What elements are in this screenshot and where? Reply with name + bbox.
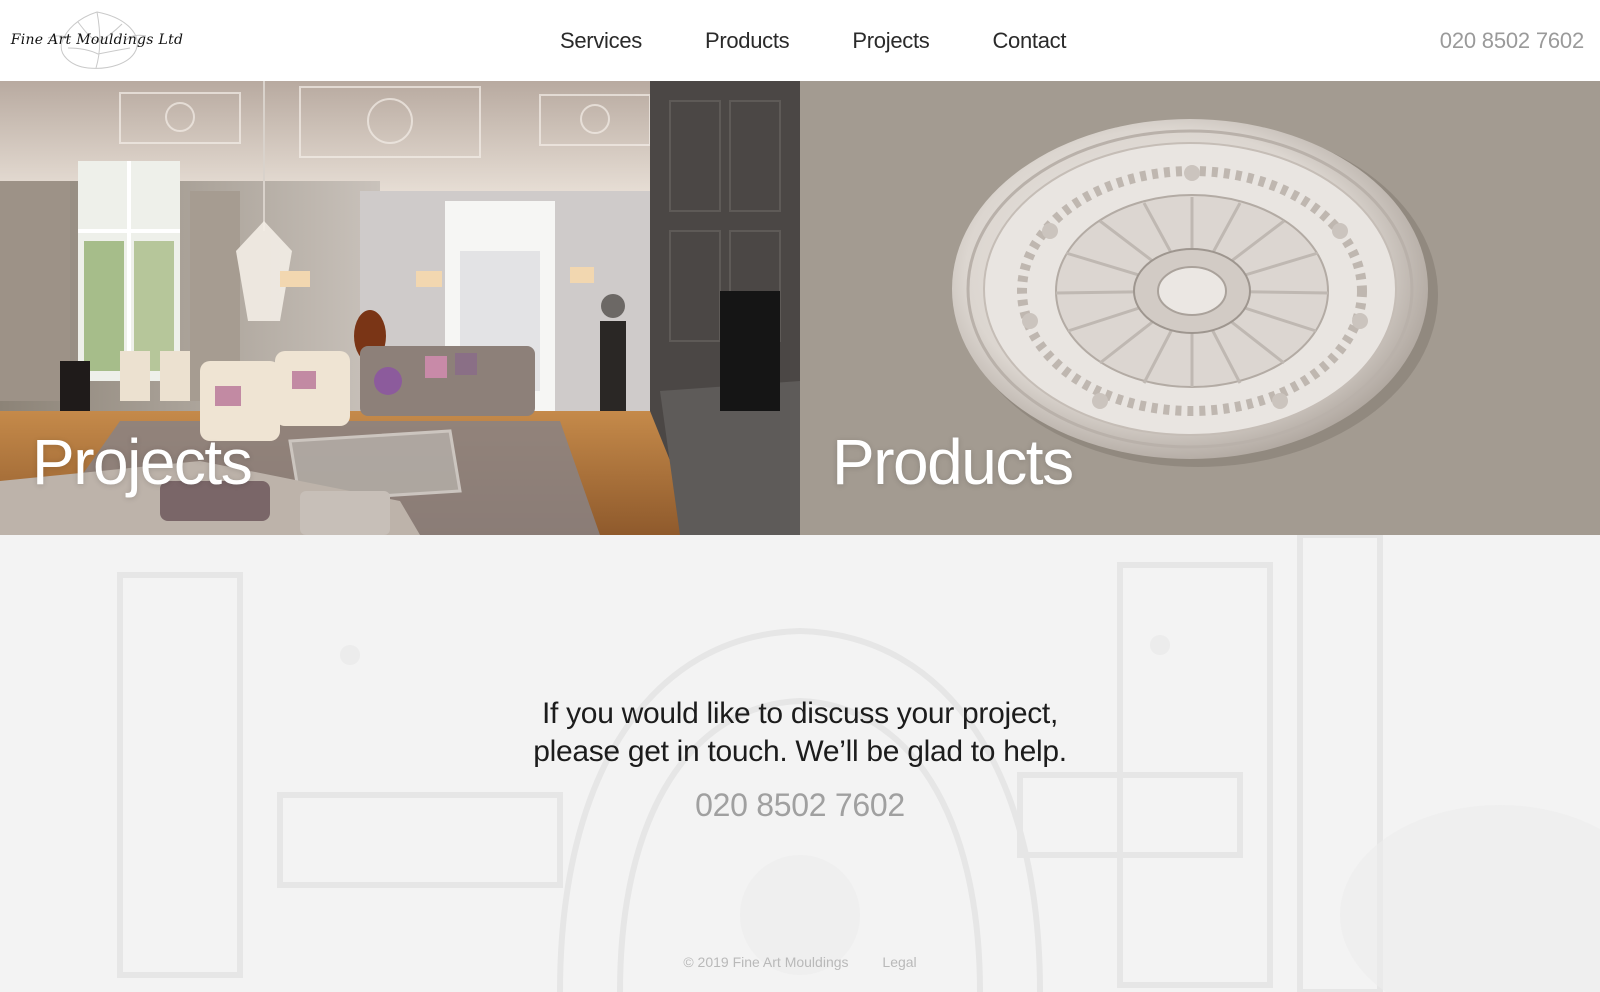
site-header: Fine Art Mouldings Ltd Services Products…	[0, 0, 1600, 81]
nav-products[interactable]: Products	[705, 28, 790, 54]
copyright-text: © 2019 Fine Art Mouldings	[683, 954, 849, 970]
nav-services[interactable]: Services	[560, 28, 642, 54]
header-phone-link[interactable]: 020 8502 7602	[1440, 0, 1584, 81]
nav-contact[interactable]: Contact	[992, 28, 1066, 54]
contact-message: If you would like to discuss your projec…	[0, 695, 1600, 771]
logo-text: Fine Art Mouldings Ltd	[10, 32, 184, 48]
contact-message-line-2: please get in touch. We’ll be glad to he…	[533, 735, 1067, 768]
site-footer: © 2019 Fine Art Mouldings Legal	[0, 954, 1600, 970]
legal-link[interactable]: Legal	[882, 954, 916, 970]
contact-phone-link[interactable]: 020 8502 7602	[0, 787, 1600, 824]
products-panel[interactable]: Products	[800, 81, 1600, 535]
projects-label: Projects	[32, 426, 253, 498]
contact-message-line-1: If you would like to discuss your projec…	[542, 697, 1058, 730]
contact-section: If you would like to discuss your projec…	[0, 535, 1600, 992]
products-label: Products	[832, 426, 1074, 498]
projects-panel[interactable]: Projects	[0, 81, 800, 535]
nav-projects[interactable]: Projects	[852, 28, 929, 54]
logo-link[interactable]: Fine Art Mouldings Ltd	[11, 8, 183, 72]
main-nav: Services Products Projects Contact	[560, 0, 1066, 81]
hero-panels: Projects Products	[0, 81, 1600, 535]
